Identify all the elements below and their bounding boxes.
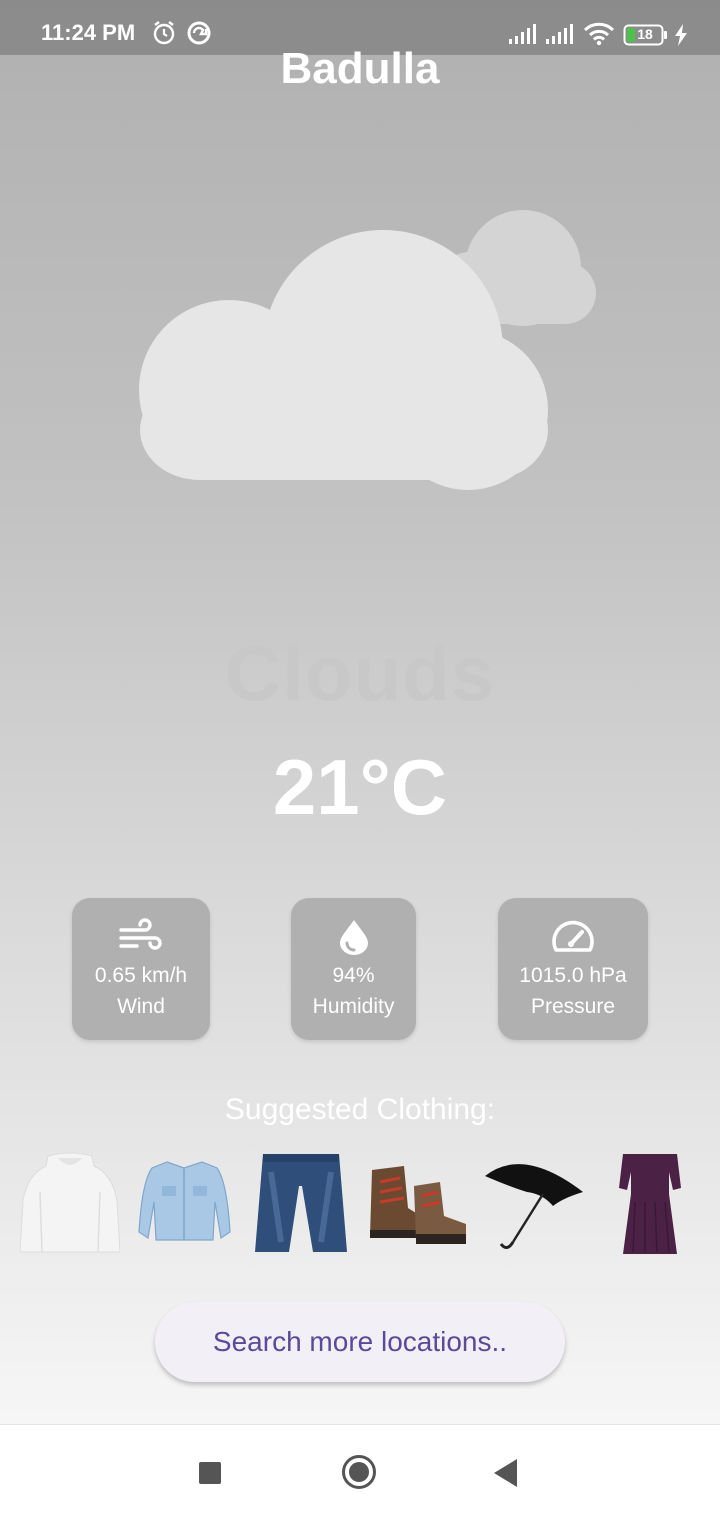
recents-button[interactable] [199, 1462, 221, 1484]
humidity-card: 94% Humidity [291, 898, 416, 1040]
water-drop-icon [291, 918, 416, 956]
humidity-label: Humidity [312, 995, 395, 1018]
umbrella-image [483, 1152, 585, 1254]
weather-condition: Clouds [224, 629, 496, 717]
wind-card: 0.65 km/h Wind [72, 898, 210, 1040]
jeans-image [253, 1152, 349, 1254]
suggested-clothing-title: Suggested Clothing: [224, 1093, 496, 1126]
status-time: 11:24 PM [41, 20, 136, 45]
cloud-icon [130, 200, 610, 500]
temperature: 21°C [272, 743, 448, 831]
wind-value: 0.65 km/h [94, 964, 188, 987]
navigation-bar [0, 1424, 720, 1521]
wind-label: Wind [117, 995, 165, 1018]
search-locations-button[interactable]: Search more locations.. [155, 1302, 565, 1382]
city-name: Badulla [280, 44, 440, 93]
pressure-label: Pressure [530, 995, 616, 1018]
speedometer-icon [498, 918, 648, 956]
long-dress-image [615, 1152, 685, 1254]
home-dot [349, 1462, 369, 1482]
wind-icon [72, 918, 210, 956]
humidity-value: 94% [332, 964, 375, 987]
hiking-boots-image [366, 1152, 469, 1254]
denim-jacket-image [137, 1152, 232, 1254]
weather-screen: 11:24 PM 18 Badulla Clouds 21°C 0.65 km/… [0, 0, 720, 1424]
back-button[interactable] [494, 1459, 517, 1487]
home-button[interactable] [342, 1455, 376, 1489]
pressure-value: 1015.0 hPa [519, 964, 627, 987]
pressure-card: 1015.0 hPa Pressure [498, 898, 648, 1040]
battery-level: 18 [637, 26, 653, 42]
hoodie-image [19, 1152, 121, 1254]
